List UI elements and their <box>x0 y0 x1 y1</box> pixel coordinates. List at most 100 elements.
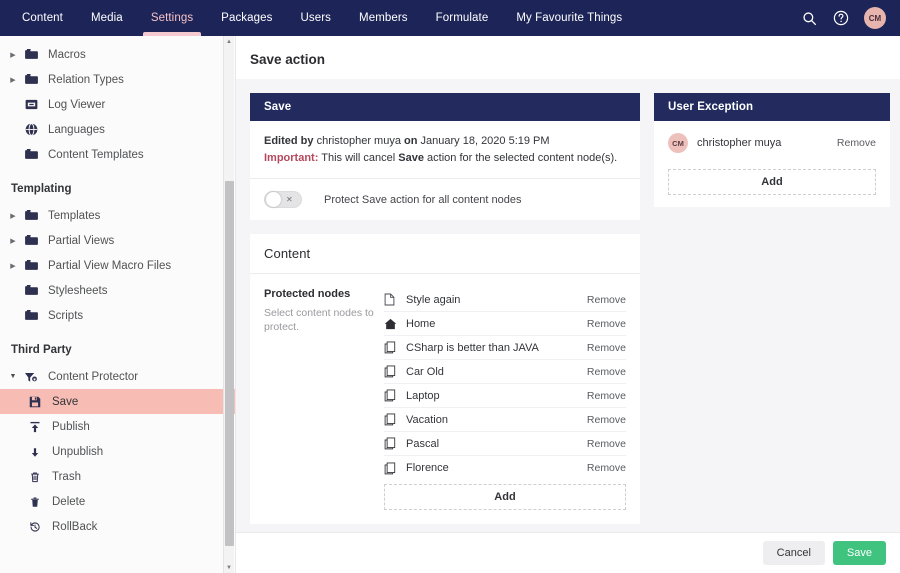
save-icon <box>24 396 46 408</box>
sidebar-item-trash[interactable]: Trash <box>0 464 235 489</box>
sidebar-item-stylesheets[interactable]: ▶ Stylesheets <box>0 278 235 303</box>
left-column: Save Edited by christopher muya on Janua… <box>250 93 640 532</box>
nav-item-media[interactable]: Media <box>77 0 137 36</box>
publish-icon <box>24 421 46 433</box>
chevron-right-icon[interactable]: ▶ <box>6 262 20 270</box>
list-item[interactable]: Home Remove <box>384 312 626 336</box>
nav-item-members[interactable]: Members <box>345 0 422 36</box>
sidebar-item-label: Languages <box>48 123 105 136</box>
chevron-down-icon[interactable]: ▼ <box>6 373 20 380</box>
nav-item-users[interactable]: Users <box>286 0 345 36</box>
protected-nodes-list: Style again Remove Home Remove CSharp is… <box>384 288 626 510</box>
sidebar-item-log-viewer[interactable]: ▶ Log Viewer <box>0 92 235 117</box>
add-content-node-button[interactable]: Add <box>384 484 626 510</box>
important-label: Important: <box>264 151 319 164</box>
cancel-button[interactable]: Cancel <box>762 541 825 565</box>
protect-save-toggle[interactable]: ✕ <box>264 191 302 208</box>
sidebar-item-partial-view-macro-files[interactable]: ▶ Partial View Macro Files <box>0 253 235 278</box>
edited-prefix: Edited by <box>264 135 314 147</box>
sidebar-item-templates[interactable]: ▶ Templates <box>0 203 235 228</box>
copy-icon <box>384 462 406 475</box>
sidebar-item-scripts[interactable]: ▶ Scripts <box>0 303 235 328</box>
important-line: Important: This will cancel Save action … <box>264 150 626 167</box>
protected-nodes-desc: Select content nodes to protect. <box>264 307 374 334</box>
save-button[interactable]: Save <box>832 541 886 565</box>
sidebar-item-partial-views[interactable]: ▶ Partial Views <box>0 228 235 253</box>
node-name: CSharp is better than JAVA <box>406 341 539 354</box>
chevron-right-icon[interactable]: ▶ <box>6 212 20 220</box>
sidebar-item-languages[interactable]: ▶ Languages <box>0 117 235 142</box>
scrollbar-thumb[interactable] <box>225 181 234 546</box>
sidebar-item-unpublish[interactable]: Unpublish <box>0 439 235 464</box>
main-content: Save action Save Edited by christopher m… <box>236 36 900 573</box>
folder-icon <box>20 235 42 246</box>
list-item[interactable]: Pascal Remove <box>384 432 626 456</box>
nav-item-label: Settings <box>150 12 194 24</box>
protect-toggle-label: Protect Save action for all content node… <box>324 193 522 206</box>
chevron-right-icon[interactable]: ▶ <box>6 51 20 59</box>
sidebar-list: ▶ Macros ▶ Relation Types ▶ Log Viewer <box>0 36 235 539</box>
help-icon[interactable] <box>832 9 850 27</box>
remove-node-button[interactable]: Remove <box>579 318 626 330</box>
sidebar-item-save[interactable]: Save <box>0 389 235 414</box>
content-card-header: Content <box>250 234 640 274</box>
scrollbar-up-arrow[interactable]: ▲ <box>224 36 234 47</box>
sidebar-item-label: RollBack <box>52 520 98 533</box>
chevron-right-icon[interactable]: ▶ <box>6 76 20 84</box>
list-item[interactable]: Florence Remove <box>384 456 626 480</box>
list-item[interactable]: Car Old Remove <box>384 360 626 384</box>
remove-node-button[interactable]: Remove <box>579 342 626 354</box>
node-name: Laptop <box>406 389 440 402</box>
nav-item-label: Users <box>300 12 332 24</box>
nav-item-content[interactable]: Content <box>8 0 77 36</box>
remove-node-button[interactable]: Remove <box>579 294 626 306</box>
list-item[interactable]: CSharp is better than JAVA Remove <box>384 336 626 360</box>
search-icon[interactable] <box>800 9 818 27</box>
folder-icon <box>20 149 42 160</box>
chevron-right-icon[interactable]: ▶ <box>6 237 20 245</box>
nav-item-my-favourite-things[interactable]: My Favourite Things <box>502 0 636 36</box>
nav-item-settings[interactable]: Settings <box>137 0 207 36</box>
add-user-button[interactable]: Add <box>668 169 876 195</box>
remove-node-button[interactable]: Remove <box>579 366 626 378</box>
home-icon <box>384 318 406 330</box>
copy-icon <box>384 341 406 354</box>
remove-node-button[interactable]: Remove <box>579 438 626 450</box>
edited-date: January 18, 2020 5:19 PM <box>420 135 550 147</box>
globe-icon <box>20 123 42 136</box>
page-title: Save action <box>250 52 326 67</box>
list-item[interactable]: Laptop Remove <box>384 384 626 408</box>
remove-node-button[interactable]: Remove <box>579 462 626 474</box>
nav-item-label: Packages <box>221 12 273 24</box>
sidebar-item-relation-types[interactable]: ▶ Relation Types <box>0 67 235 92</box>
node-name: Florence <box>406 462 449 474</box>
remove-user-button[interactable]: Remove <box>829 137 876 149</box>
list-item[interactable]: CM christopher muya Remove <box>668 129 876 165</box>
footer-actions: Cancel Save <box>236 532 900 573</box>
remove-node-button[interactable]: Remove <box>579 390 626 402</box>
edited-on: on <box>404 135 418 147</box>
folder-icon <box>20 310 42 321</box>
right-column: User Exception CM christopher muya Remov… <box>654 93 890 532</box>
user-exception-card: User Exception CM christopher muya Remov… <box>654 93 890 207</box>
protected-nodes-info: Protected nodes Select content nodes to … <box>264 288 384 510</box>
list-item[interactable]: Vacation Remove <box>384 408 626 432</box>
sidebar-item-publish[interactable]: Publish <box>0 414 235 439</box>
nav-item-formulate[interactable]: Formulate <box>422 0 503 36</box>
avatar[interactable]: CM <box>864 7 886 29</box>
top-nav-actions: CM <box>800 0 900 36</box>
sidebar-item-content-protector[interactable]: ▼ Content Protector <box>0 364 235 389</box>
sidebar-item-rollback[interactable]: RollBack <box>0 514 235 539</box>
nav-item-packages[interactable]: Packages <box>207 0 286 36</box>
copy-icon <box>384 365 406 378</box>
remove-node-button[interactable]: Remove <box>579 414 626 426</box>
protected-nodes-title: Protected nodes <box>264 288 351 300</box>
sidebar-item-delete[interactable]: Delete <box>0 489 235 514</box>
sidebar-item-macros[interactable]: ▶ Macros <box>0 42 235 67</box>
scrollbar-down-arrow[interactable]: ▼ <box>224 562 234 573</box>
sidebar-item-content-templates[interactable]: ▶ Content Templates <box>0 142 235 167</box>
sidebar-scrollbar[interactable]: ▲ ▼ <box>223 36 234 573</box>
sidebar-item-label: Content Templates <box>48 148 144 161</box>
folder-icon <box>20 260 42 271</box>
list-item[interactable]: Style again Remove <box>384 288 626 312</box>
